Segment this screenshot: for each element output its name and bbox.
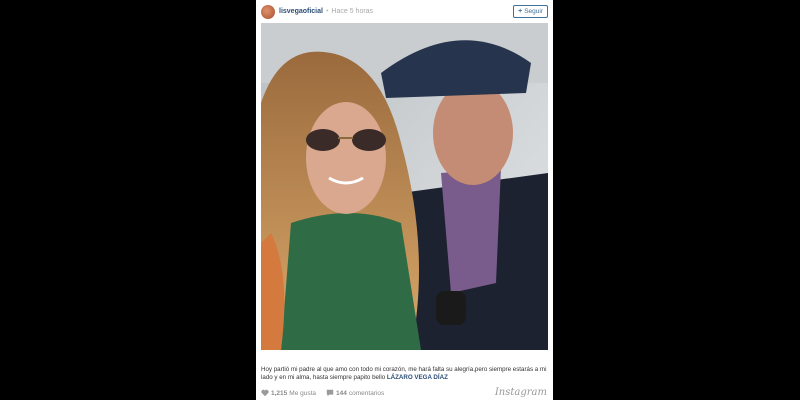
follow-label: Seguir	[524, 8, 543, 15]
likes-count: 1,215	[271, 389, 288, 397]
post-header: lisvegaoficial • Hace 5 horas + Seguir	[256, 0, 553, 23]
caption-mention[interactable]: LÁZARO VEGA DÍAZ	[387, 374, 448, 381]
username-link[interactable]: lisvegaoficial	[279, 8, 323, 15]
heart-icon	[261, 389, 269, 397]
likes-label: Me gusta	[289, 389, 317, 397]
comment-icon	[326, 389, 334, 397]
instagram-post-card: lisvegaoficial • Hace 5 horas + Seguir H…	[256, 0, 553, 400]
comments-label: comentarios	[348, 389, 385, 397]
avatar[interactable]	[261, 4, 275, 19]
comments-count: 144	[336, 389, 347, 397]
likes-group[interactable]: 1,215 Me gusta	[261, 389, 316, 397]
post-timestamp[interactable]: Hace 5 horas	[331, 8, 373, 15]
plus-icon: +	[518, 8, 523, 15]
follow-button[interactable]: + Seguir	[513, 5, 548, 18]
comments-group[interactable]: 144 comentarios	[326, 389, 384, 397]
selfie-photo-illustration	[261, 23, 548, 350]
post-caption: Hoy partió mi padre al que amo con todo …	[261, 366, 548, 382]
separator-dot: •	[325, 8, 329, 15]
instagram-logo[interactable]: Instagram	[495, 387, 547, 398]
post-photo[interactable]	[261, 23, 548, 350]
